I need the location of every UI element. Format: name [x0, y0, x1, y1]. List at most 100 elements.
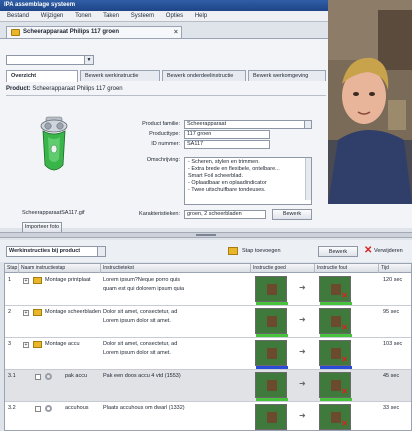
tab-bewerk-onderdeelinstructie[interactable]: Bewerk onderdeelinstructie — [162, 70, 246, 81]
thumb-figure — [267, 284, 277, 295]
instructie-goed-thumbnail[interactable] — [255, 340, 288, 369]
bewerk-kenmerken-button[interactable]: Bewerk — [272, 209, 312, 220]
table-row[interactable]: 3 + Montage accu Dolor sit amet, consectetu… — [5, 338, 411, 370]
expand-icon[interactable]: + — [23, 278, 29, 284]
verwijderen-button[interactable]: ✕ Verwijderen — [364, 245, 412, 257]
instructie-fout-thumbnail[interactable]: ✕ — [319, 308, 352, 337]
werkinstructies-value: Werkinstructies bij product — [9, 248, 81, 254]
instructie-fout-thumbnail[interactable]: ✕ — [319, 276, 352, 305]
tab-bewerk-werkinstructie[interactable]: Bewerk werkinstructie — [80, 70, 160, 81]
document-tab[interactable]: Scheerapparaat Philips 117 groen × — [6, 26, 182, 38]
product-heading: Product: Scheerapparaat Philips 117 groe… — [6, 84, 326, 94]
status-bar — [320, 398, 352, 401]
cell-stap: 3 — [8, 341, 12, 347]
product-prefix: Product: — [6, 86, 31, 92]
table-row[interactable]: 1 + Montage printplaat Lorem ipsum?Neque po… — [5, 274, 411, 306]
image-filename: ScheerapparaatSA117.gif — [22, 210, 85, 216]
cell-tijd: 103 sec — [383, 341, 403, 347]
cell-tekst: Dolor sit amet, consectetur, ad — [103, 341, 178, 347]
error-icon: ✕ — [341, 323, 348, 332]
instructie-goed-thumbnail[interactable] — [255, 308, 288, 337]
cell-tijd: 45 sec — [383, 373, 400, 379]
type-field[interactable]: 117 groen — [184, 130, 270, 139]
menu-tonen[interactable]: Tonen — [70, 11, 96, 22]
thumb-figure — [331, 380, 341, 391]
expand-icon[interactable]: + — [23, 342, 29, 348]
instructie-fout-thumbnail[interactable]: ✕ — [319, 372, 352, 401]
omschrijving-line: - Extra brede en flexibele, ontelbare... — [188, 166, 280, 172]
thumb-figure — [267, 412, 277, 423]
splitter-grip[interactable] — [196, 234, 216, 236]
chevron-down-icon: ▼ — [84, 56, 93, 64]
cell-naam: Montage scheerbladen — [45, 309, 101, 315]
table-row[interactable]: 3.2 accuhous Plaats accuhous om dwarl (133… — [5, 402, 411, 430]
instructie-fout-thumbnail[interactable]: ✕ — [319, 404, 351, 430]
delete-icon: ✕ — [364, 245, 373, 256]
menu-taken[interactable]: Taken — [98, 11, 124, 22]
table-row[interactable]: 2 + Montage scheerbladen Dolor sit amet, co… — [5, 306, 411, 338]
cell-tijd: 120 sec — [383, 277, 403, 283]
error-icon: ✕ — [341, 291, 348, 300]
cell-stap: 3.2 — [8, 405, 16, 411]
menu-wijzigen[interactable]: Wijzigen — [36, 11, 69, 22]
thumb-figure — [267, 316, 277, 327]
status-bar — [320, 366, 352, 369]
instructie-goed-thumbnail[interactable] — [255, 404, 287, 430]
arrow-right-icon: ➜ — [299, 411, 306, 420]
product-selector[interactable]: ▼ — [6, 55, 94, 65]
familie-select[interactable]: Scheerapparaat — [184, 120, 312, 129]
cell-stap: 3.1 — [8, 373, 16, 379]
thumb-figure — [331, 284, 341, 295]
status-bar — [256, 366, 288, 369]
header-goed[interactable]: Instructie goed — [251, 264, 315, 273]
status-bar — [256, 334, 288, 337]
table-row[interactable]: 3.1 pak accu Pak een doos accu 4 vtd (1553… — [5, 370, 411, 402]
instructions-table: Stap Naam instructiestap Instructietekst… — [4, 263, 412, 431]
id-field[interactable]: SA117 — [184, 140, 270, 149]
werkinstructies-select[interactable]: Werkinstructies bij product — [6, 246, 106, 257]
cell-stap: 1 — [8, 277, 12, 283]
menu-opties[interactable]: Opties — [161, 11, 188, 22]
header-naam[interactable]: Naam instructiestap — [19, 264, 101, 273]
tab-overzicht[interactable]: Overzicht — [6, 70, 78, 82]
instructie-goed-thumbnail[interactable] — [255, 276, 288, 305]
header-tekst[interactable]: Instructietekst — [101, 264, 251, 273]
cell-tekst: quam est qui dolorem ipsum quia — [103, 286, 185, 292]
kenmerken-field[interactable]: groen, 2 scheerbladen — [184, 210, 266, 219]
folder-icon — [33, 341, 42, 348]
expand-icon[interactable] — [35, 374, 41, 380]
status-bar — [320, 334, 352, 337]
tab-bewerk-werkomgeving[interactable]: Bewerk werkomgeving — [248, 70, 326, 81]
cell-tijd: 95 sec — [383, 309, 400, 315]
panel-splitter[interactable] — [0, 232, 412, 238]
stap-toevoegen-label: Stap toevoegen — [242, 248, 281, 254]
folder-icon — [33, 309, 42, 316]
bewerk-button[interactable]: Bewerk — [318, 246, 358, 257]
close-icon[interactable]: × — [174, 27, 178, 38]
cell-tekst: Dolor sit amet, consectetur, ad — [103, 309, 178, 315]
error-icon: ✕ — [341, 387, 348, 396]
menu-bestand[interactable]: Bestand — [2, 11, 34, 22]
omschrijving-textarea[interactable]: - Scheren, stylen en trimmen. - Extra br… — [184, 157, 312, 205]
header-fout[interactable]: Instructie fout — [315, 264, 379, 273]
expand-icon[interactable]: + — [23, 310, 29, 316]
cell-naam: Montage accu — [45, 341, 80, 347]
cell-tekst: Lorem ipsum?Neque porro quis — [103, 277, 181, 283]
error-icon: ✕ — [341, 355, 348, 364]
verwijderen-label: Verwijderen — [374, 248, 403, 254]
scrollbar[interactable] — [305, 158, 311, 200]
header-stap[interactable]: Stap — [5, 264, 19, 273]
arrow-right-icon: ➜ — [299, 315, 306, 324]
stap-toevoegen-button[interactable]: Stap toevoegen — [228, 246, 298, 257]
folder-icon — [11, 29, 20, 36]
app-window: IPA assemblage systeem Bestand Wijzigen … — [0, 0, 412, 431]
status-bar — [256, 302, 288, 305]
tab-bar: Overzicht Bewerk werkinstructie Bewerk o… — [6, 70, 326, 82]
menu-help[interactable]: Help — [190, 11, 212, 22]
instructie-fout-thumbnail[interactable]: ✕ — [319, 340, 352, 369]
header-tijd[interactable]: Tijd — [379, 264, 411, 273]
expand-icon[interactable] — [35, 406, 41, 412]
instructie-goed-thumbnail[interactable] — [255, 372, 288, 401]
lower-toolbar: Werkinstructies bij product Stap toevoeg… — [0, 240, 412, 262]
menu-systeem[interactable]: Systeem — [126, 11, 159, 22]
